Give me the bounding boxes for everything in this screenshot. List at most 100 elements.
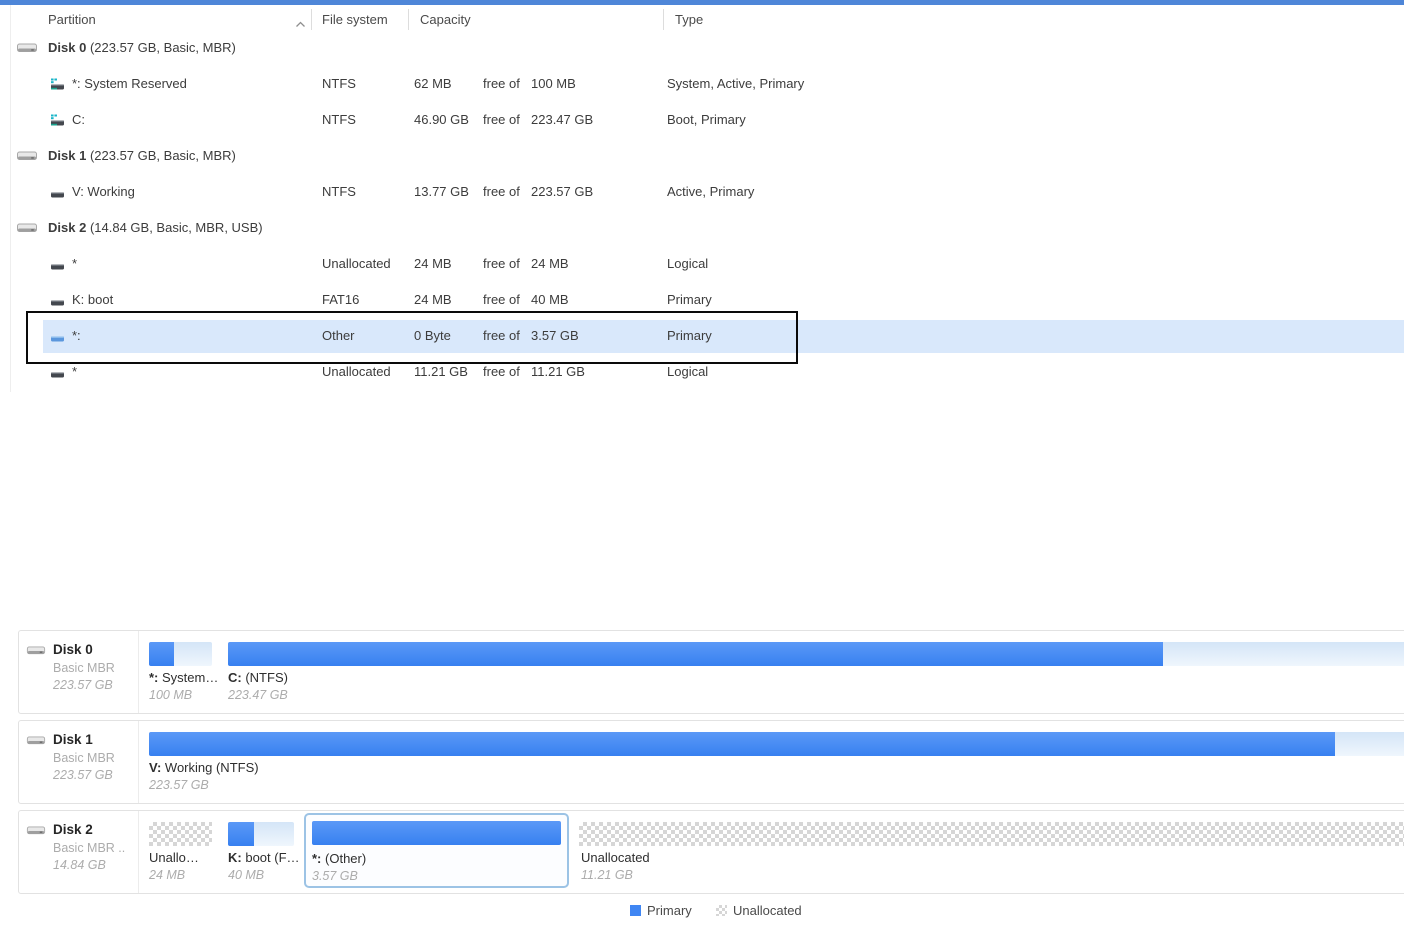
disk-scheme: Basic MBR xyxy=(53,751,115,765)
partition-bar-size: 24 MB xyxy=(149,868,185,882)
partition-bar-v-working[interactable] xyxy=(149,732,1404,756)
partition-label: Unallocated xyxy=(581,850,650,865)
drive-letter: *: xyxy=(312,851,321,866)
partition-name: *: System Reserved xyxy=(72,76,187,91)
type-value: Primary xyxy=(667,328,712,343)
type-value: Active, Primary xyxy=(667,184,754,199)
unallocated-bar-11gb[interactable] xyxy=(579,822,1404,846)
partition-bar-label: *: (Other) xyxy=(312,851,366,866)
disk-name: Disk 2 xyxy=(48,220,86,235)
capacity-free-value: 24 MB xyxy=(414,256,452,271)
column-header-capacity[interactable]: Capacity xyxy=(420,12,471,27)
disk-detail: (14.84 GB, Basic, MBR, USB) xyxy=(90,220,263,235)
disk-size: 223.57 GB xyxy=(53,678,113,692)
partition-bar-label[interactable]: C: (NTFS) xyxy=(228,670,288,685)
disk-scheme: Basic MBR xyxy=(53,661,115,675)
capacity-total-value: 223.47 GB xyxy=(531,112,593,127)
disk-drive-icon xyxy=(26,734,46,752)
partition-row-unallocated-11gb[interactable]: * Unallocated 11.21 GB free of 11.21 GB … xyxy=(0,354,1404,390)
partition-bar-other[interactable] xyxy=(312,821,561,845)
partition-bar-size: 223.47 GB xyxy=(228,688,288,702)
partition-bar-size: 40 MB xyxy=(228,868,264,882)
used-space-fill xyxy=(312,821,561,845)
partition-label: (NTFS) xyxy=(245,670,288,685)
used-space-fill xyxy=(228,822,254,846)
legend-primary-label: Primary xyxy=(647,903,692,918)
partition-bar-label[interactable]: Unallo… xyxy=(149,850,199,865)
disk-drive-icon xyxy=(16,150,38,168)
partition-row-system-reserved[interactable]: *: System Reserved NTFS 62 MB free of 10… xyxy=(0,66,1404,102)
capacity-free-value: 0 Byte xyxy=(414,328,451,343)
partition-bar-label[interactable]: V: Working (NTFS) xyxy=(149,760,259,775)
free-of-label: free of xyxy=(483,328,520,343)
partition-bar-label[interactable]: *: System… xyxy=(149,670,218,685)
disk-name: Disk 2 xyxy=(53,822,93,837)
file-system-value: NTFS xyxy=(322,76,356,91)
type-value: System, Active, Primary xyxy=(667,76,804,91)
used-space-fill xyxy=(149,732,1335,756)
partition-bar-label[interactable]: Unallocated xyxy=(581,850,650,865)
file-system-value: FAT16 xyxy=(322,292,359,307)
disk-map-panel-disk2: Disk 2 Basic MBR .. 14.84 GB Unallo… 24 … xyxy=(18,810,1404,894)
disk-label-block[interactable]: Disk 2 Basic MBR .. 14.84 GB xyxy=(19,811,139,893)
disk-drive-icon xyxy=(16,42,38,60)
partition-bar-label[interactable]: K: boot (F… xyxy=(228,850,300,865)
disk-row-disk2[interactable]: Disk 2 (14.84 GB, Basic, MBR, USB) xyxy=(0,210,1404,246)
capacity-total-value: 223.57 GB xyxy=(531,184,593,199)
disk-row-disk1[interactable]: Disk 1 (223.57 GB, Basic, MBR) xyxy=(0,138,1404,174)
partition-name: *: xyxy=(72,328,81,343)
legend-unallocated-swatch xyxy=(716,905,727,916)
partition-bar-size: 100 MB xyxy=(149,688,192,702)
partition-bar-k-boot[interactable] xyxy=(228,822,294,846)
partition-bar-size: 11.21 GB xyxy=(581,868,633,882)
disk-size: 223.57 GB xyxy=(53,768,113,782)
disk-row-disk0[interactable]: Disk 0 (223.57 GB, Basic, MBR) xyxy=(0,30,1404,66)
disk-name: Disk 1 xyxy=(48,148,86,163)
column-separator[interactable] xyxy=(311,9,312,30)
partition-icon xyxy=(50,186,66,204)
column-header-file-system[interactable]: File system xyxy=(322,12,388,27)
capacity-total-value: 24 MB xyxy=(531,256,569,271)
disk-row-label: Disk 0 (223.57 GB, Basic, MBR) xyxy=(48,40,236,55)
column-separator[interactable] xyxy=(408,9,409,30)
file-system-value: Other xyxy=(322,328,355,343)
partition-label: (Other) xyxy=(325,851,366,866)
column-header-partition[interactable]: Partition xyxy=(48,12,96,27)
drive-letter: V: xyxy=(149,760,161,775)
capacity-total-value: 40 MB xyxy=(531,292,569,307)
selected-partition-box-other[interactable]: *: (Other) 3.57 GB xyxy=(304,813,569,888)
disk-label-block[interactable]: Disk 1 Basic MBR 223.57 GB xyxy=(19,721,139,803)
capacity-total-value: 3.57 GB xyxy=(531,328,579,343)
disk-map-panel-disk0: Disk 0 Basic MBR 223.57 GB *: System… 10… xyxy=(18,630,1404,714)
disk-drive-icon xyxy=(26,644,46,662)
window-top-accent-strip xyxy=(0,0,1404,5)
column-header-type[interactable]: Type xyxy=(675,12,703,27)
type-value: Boot, Primary xyxy=(667,112,746,127)
partition-row-v-working[interactable]: V: Working NTFS 13.77 GB free of 223.57 … xyxy=(0,174,1404,210)
partition-label: Unallo… xyxy=(149,850,199,865)
disk-label-block[interactable]: Disk 0 Basic MBR 223.57 GB xyxy=(19,631,139,713)
partition-name: * xyxy=(72,256,77,271)
partition-row-c[interactable]: C: NTFS 46.90 GB free of 223.47 GB Boot,… xyxy=(0,102,1404,138)
partition-icon xyxy=(50,366,66,384)
partition-row-k-boot[interactable]: K: boot FAT16 24 MB free of 40 MB Primar… xyxy=(0,282,1404,318)
disk-drive-icon xyxy=(16,222,38,240)
partition-name: C: xyxy=(72,112,85,127)
drive-letter: C: xyxy=(228,670,242,685)
disk-map-panel-disk1: Disk 1 Basic MBR 223.57 GB V: Working (N… xyxy=(18,720,1404,804)
unallocated-bar-24mb[interactable] xyxy=(149,822,212,846)
partition-bar-c[interactable] xyxy=(228,642,1404,666)
capacity-total-value: 100 MB xyxy=(531,76,576,91)
partition-name: * xyxy=(72,364,77,379)
type-value: Primary xyxy=(667,292,712,307)
column-separator[interactable] xyxy=(663,9,664,30)
free-of-label: free of xyxy=(483,112,520,127)
capacity-free-value: 24 MB xyxy=(414,292,452,307)
capacity-free-value: 11.21 GB xyxy=(414,364,468,379)
partition-row-unallocated-24mb[interactable]: * Unallocated 24 MB free of 24 MB Logica… xyxy=(0,246,1404,282)
partition-bar-system-reserved[interactable] xyxy=(149,642,212,666)
free-of-label: free of xyxy=(483,184,520,199)
disk-name: Disk 0 xyxy=(53,642,93,657)
partition-row-other-selected[interactable]: *: Other 0 Byte free of 3.57 GB Primary xyxy=(0,318,1404,354)
file-system-value: NTFS xyxy=(322,184,356,199)
